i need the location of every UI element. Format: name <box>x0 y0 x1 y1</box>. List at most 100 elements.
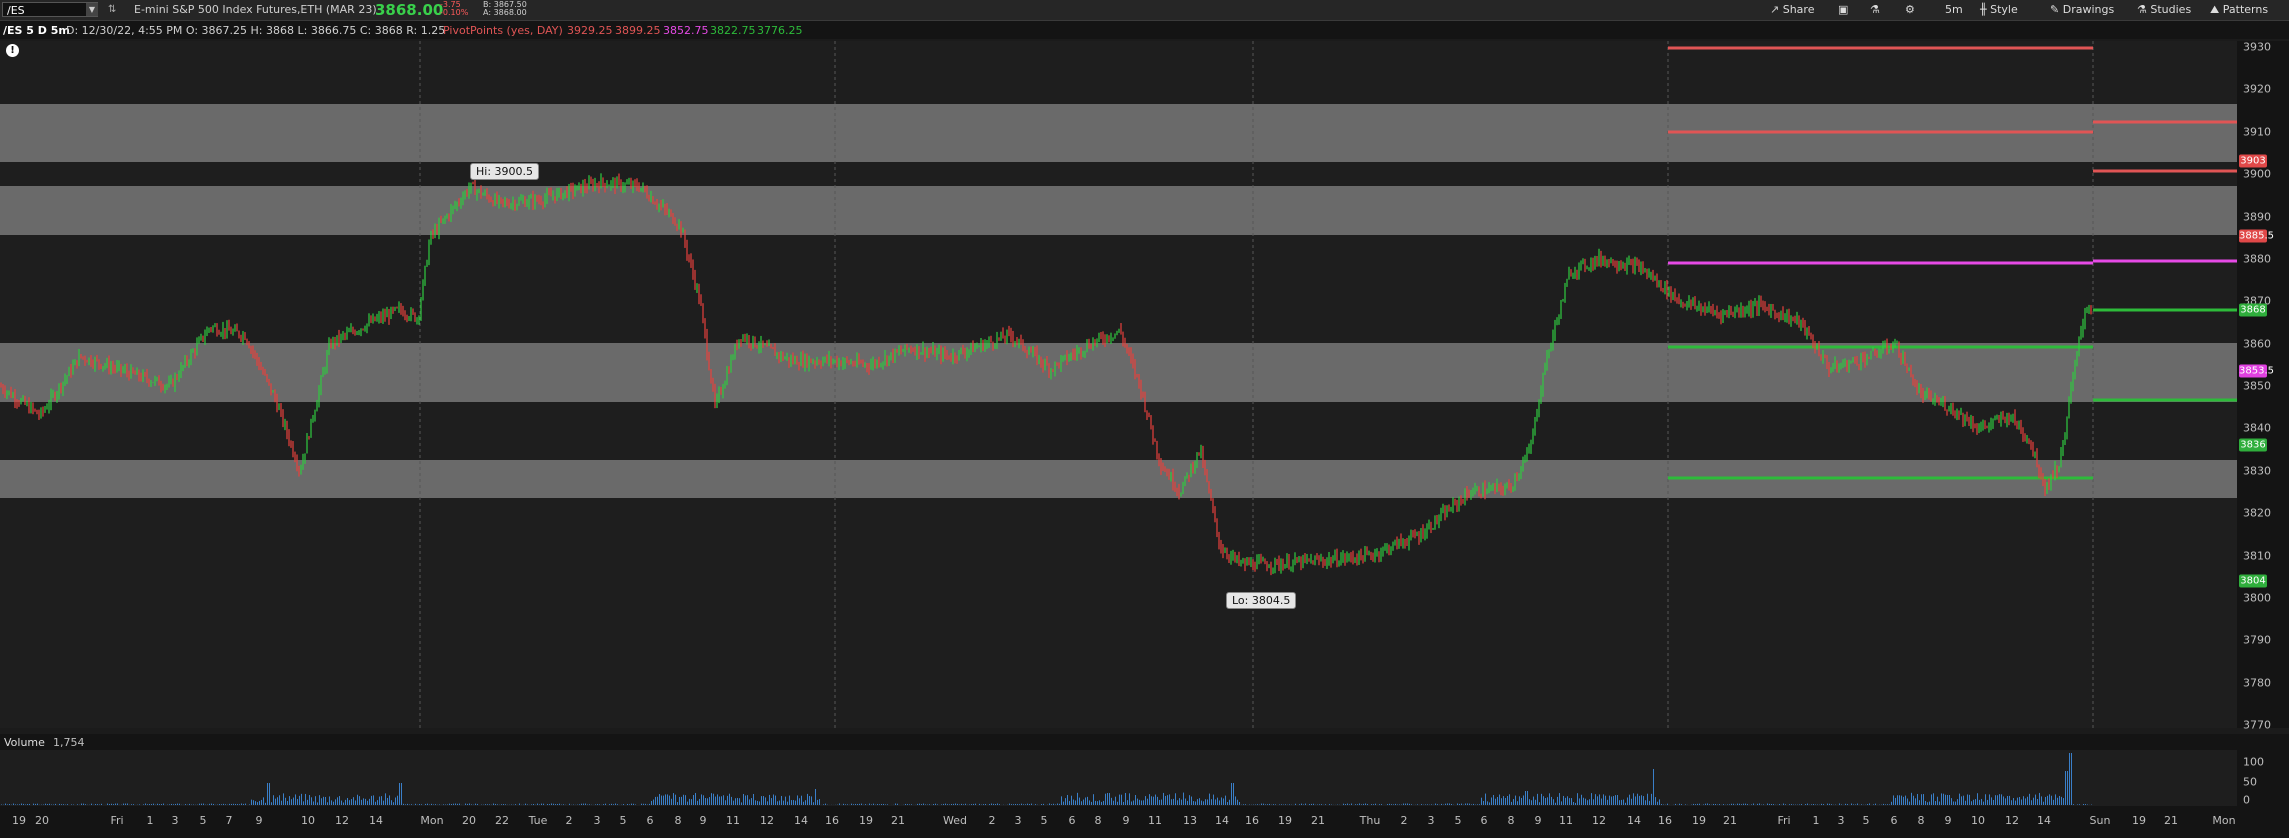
price-axis[interactable]: 3930 3920 3910 3900 3890 3880 3870 3860 3850 3840… <box>2237 41 2289 732</box>
volume-bar <box>1561 801 1562 805</box>
time-axis-label: 5 <box>619 814 627 827</box>
volume-bar <box>759 801 760 805</box>
volume-bar <box>1771 804 1772 805</box>
volume-bar <box>1547 797 1548 805</box>
price-axis-label: 3770 <box>2243 718 2271 732</box>
volume-bar <box>671 798 672 805</box>
screenshot-button[interactable]: ▣ <box>1838 2 1848 18</box>
volume-bar <box>947 804 948 805</box>
candlestick-chart[interactable] <box>0 41 2237 728</box>
volume-bar <box>1495 798 1496 805</box>
time-axis-label: 12 <box>1592 814 1606 827</box>
volume-bar <box>645 803 646 805</box>
volume-bar <box>1191 796 1192 805</box>
volume-label: Volume <box>4 736 45 749</box>
volume-bar <box>1363 803 1364 805</box>
volume-bar <box>929 804 930 805</box>
volume-bar <box>1679 803 1680 805</box>
volume-bar <box>1095 800 1096 805</box>
timeframe-button[interactable]: 5m <box>1945 2 1963 18</box>
volume-bar <box>747 795 748 805</box>
time-axis-label: 19 <box>859 814 873 827</box>
volume-bar <box>1397 804 1398 805</box>
volume-bar <box>145 803 146 805</box>
time-axis-label: 14 <box>794 814 808 827</box>
symbol-dropdown-icon[interactable]: ▼ <box>86 3 98 16</box>
volume-bar <box>241 803 242 805</box>
volume-bar <box>467 803 468 805</box>
volume-bar <box>1049 803 1050 805</box>
volume-bar <box>1905 795 1906 805</box>
volume-bar <box>21 803 22 805</box>
volume-bar <box>213 803 214 805</box>
volume-bar <box>1601 798 1602 805</box>
volume-bar <box>1917 793 1918 805</box>
volume-bar <box>2007 795 2008 805</box>
volume-bar <box>819 799 820 805</box>
volume-bar <box>2035 794 2036 805</box>
flask-icon: ⚗ <box>2137 3 2147 16</box>
link-icon[interactable]: ⇅ <box>108 4 120 16</box>
volume-bar <box>651 800 652 805</box>
volume-bar <box>1053 803 1054 805</box>
volume-bar <box>757 800 758 805</box>
style-button[interactable]: ╫ Style <box>1980 2 2018 18</box>
volume-bar <box>1869 803 1870 805</box>
volume-bar <box>1097 801 1098 805</box>
volume-bar <box>1069 800 1070 805</box>
settings-button[interactable]: ⚙ <box>1905 2 1915 18</box>
volume-bar <box>401 783 402 805</box>
volume-bar <box>743 793 744 805</box>
studies-button[interactable]: ⚗ Studies <box>2137 2 2191 18</box>
volume-bar <box>1235 796 1236 805</box>
volume-bar <box>879 804 880 805</box>
volume-bar <box>2031 800 2032 805</box>
volume-bar <box>1263 803 1264 805</box>
volume-bar <box>431 803 432 805</box>
time-axis[interactable]: 19 20 Fri 1 3 5 7 9 10 12 14 Mon 20 22 Tue 2 3 5 6 8 9 11 12 14… <box>0 806 2289 838</box>
volume-chart[interactable] <box>0 750 2237 806</box>
volume-bar <box>1151 796 1152 805</box>
volume-bar <box>1575 802 1576 805</box>
volume-bar <box>55 803 56 805</box>
volume-bar <box>753 793 754 805</box>
price-chart[interactable]: ! Hi: 3900.5 Lo: 3804.5 <box>0 41 2237 728</box>
volume-bar <box>37 803 38 805</box>
volume-bar <box>297 799 298 805</box>
time-axis-label: 12 <box>335 814 349 827</box>
volume-bar <box>1993 799 1994 805</box>
volume-bar <box>1367 804 1368 805</box>
volume-bar <box>33 803 34 805</box>
drawings-button[interactable]: ✎ Drawings <box>2050 2 2114 18</box>
volume-bar <box>1219 800 1220 805</box>
volume-bar <box>1681 804 1682 805</box>
volume-bar <box>59 803 60 805</box>
volume-bar <box>1957 799 1958 805</box>
symbol-input[interactable]: /ES <box>2 2 98 17</box>
volume-bar <box>617 804 618 805</box>
volume-bar <box>357 794 358 805</box>
volume-bar <box>67 804 68 805</box>
volume-bar <box>221 804 222 805</box>
volume-bar <box>993 803 994 805</box>
volume-bar <box>553 803 554 805</box>
volume-bar <box>857 804 858 805</box>
volume-bar <box>1801 804 1802 805</box>
volume-bar <box>1661 804 1662 805</box>
volume-bar <box>1221 797 1222 805</box>
alert-icon[interactable]: ! <box>6 44 19 57</box>
volume-bar <box>1509 794 1510 805</box>
volume-bar <box>1199 798 1200 805</box>
volume-bar <box>1615 795 1616 805</box>
volume-bar <box>1707 803 1708 805</box>
volume-bar <box>169 804 170 805</box>
time-axis-label: Tue <box>528 814 548 827</box>
patterns-button[interactable]: ⛰ Patterns <box>2210 2 2268 18</box>
share-button[interactable]: ↗ Share <box>1770 2 1814 18</box>
volume-bar <box>1279 804 1280 805</box>
volume-bar <box>1507 795 1508 805</box>
volume-bar <box>435 804 436 805</box>
time-axis-label: 6 <box>1068 814 1076 827</box>
flask-button[interactable]: ⚗ <box>1870 2 1880 18</box>
volume-bar <box>1467 803 1468 805</box>
